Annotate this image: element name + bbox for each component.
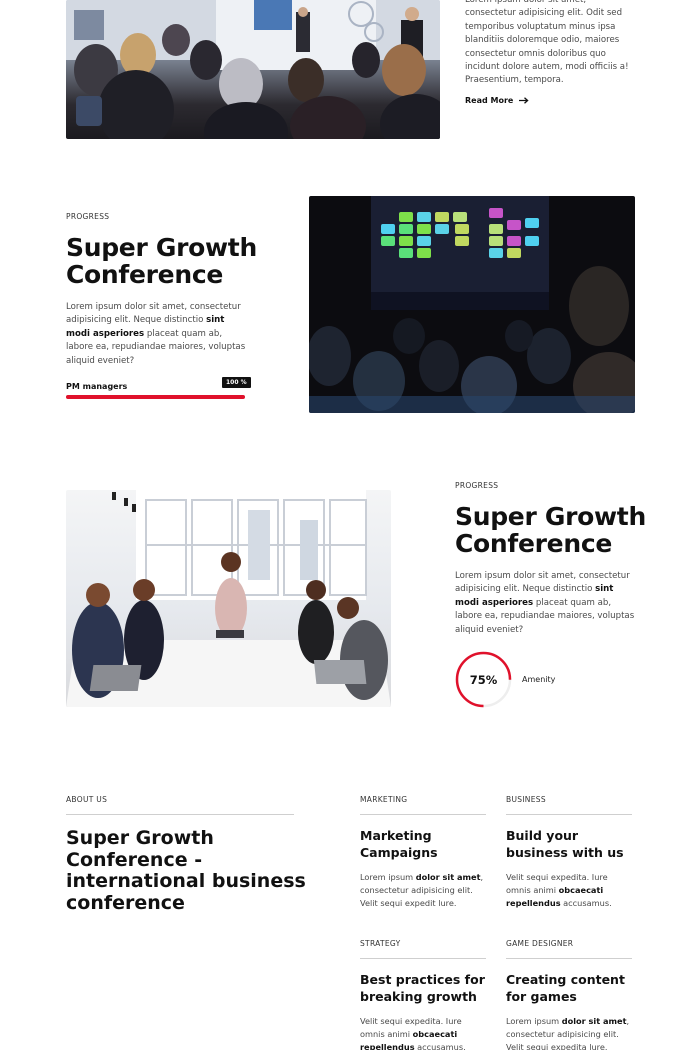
about-divider: [66, 814, 294, 815]
card-text-games: Lorem ipsum dolor sit amet, consectetur …: [506, 1015, 634, 1050]
about-label: ABOUT US: [66, 795, 108, 804]
conference-audience-photo: [66, 0, 440, 139]
card-text-end: accusamus.: [560, 898, 612, 908]
section-description: Lorem ipsum dolor sit amet, consectetur …: [66, 301, 246, 368]
intro-paragraph: Lorem ipsum dolor sit amet, consectetur …: [465, 0, 629, 86]
read-more-link[interactable]: Read More: [465, 96, 529, 105]
screen-tile: [435, 212, 449, 222]
card-bold-text: dolor sit amet: [415, 872, 481, 882]
card-label-game-designer: GAME DESIGNER: [506, 939, 574, 948]
section-title: Super Growth Conference: [66, 233, 257, 289]
card-label-strategy: STRATEGY: [360, 939, 401, 948]
card-text: Lorem ipsum: [506, 1016, 562, 1026]
screen-tile: [525, 236, 539, 246]
screen-tile: [455, 236, 469, 246]
screen-tile: [381, 224, 395, 234]
screen-tile: [399, 224, 413, 234]
screen-tile: [525, 218, 539, 228]
section-title: Super Growth Conference: [455, 502, 646, 558]
screen-tile: [489, 248, 503, 258]
card-divider: [360, 814, 486, 815]
screen-tile: [435, 224, 449, 234]
conference-audience-illustration: [66, 0, 440, 139]
screen-tile: [507, 248, 521, 258]
card-text-business: Velit sequi expedita. Iure omnis animi o…: [506, 871, 634, 910]
meeting-room-illustration: [66, 490, 391, 707]
card-text-end: accusamus.: [414, 1042, 466, 1050]
read-more-label: Read More: [465, 96, 514, 105]
card-title-marketing[interactable]: Marketing Campaigns: [360, 827, 490, 861]
card-title-business[interactable]: Build your business with us: [506, 827, 636, 861]
card-label-marketing: MARKETING: [360, 795, 408, 804]
progress-value-badge: 100 %: [222, 377, 251, 388]
screen-tile: [399, 236, 413, 246]
about-title: Super Growth Conference - international …: [66, 827, 306, 914]
section-description: Lorem ipsum dolor sit amet, consectetur …: [455, 570, 635, 637]
screen-tile: [399, 212, 413, 222]
screen-tile: [489, 224, 503, 234]
card-divider: [506, 958, 632, 959]
dark-auditorium-photo: [309, 196, 635, 413]
section-label: PROGRESS: [66, 212, 110, 221]
screen-tile: [399, 248, 413, 258]
card-text-strategy: Velit sequi expedita. Iure omnis animi o…: [360, 1015, 488, 1050]
screen-tile: [417, 236, 431, 246]
card-text-marketing: Lorem ipsum dolor sit amet, consectetur …: [360, 871, 486, 910]
screen-tile: [453, 212, 467, 222]
screen-tile: [489, 208, 503, 218]
card-title-games[interactable]: Creating content for games: [506, 971, 636, 1005]
progress-bar-fill: [66, 395, 245, 399]
card-text: Lorem ipsum: [360, 872, 416, 882]
auditorium-illustration: [309, 196, 635, 413]
screen-tile: [507, 220, 521, 230]
screen-tile: [455, 224, 469, 234]
ring-percentage: 75%: [469, 672, 498, 687]
screen-tile: [417, 248, 431, 258]
card-divider: [360, 958, 486, 959]
meeting-room-photo: [66, 490, 391, 707]
screen-tile: [489, 236, 503, 246]
card-label-business: BUSINESS: [506, 795, 546, 804]
ring-label: Amenity: [522, 675, 556, 684]
section-label: PROGRESS: [455, 481, 499, 490]
card-bold-text: dolor sit amet: [561, 1016, 627, 1026]
arrow-right-icon: [519, 97, 529, 104]
screen-tile: [381, 236, 395, 246]
screen-tile: [507, 236, 521, 246]
progress-bar-label: PM managers: [66, 382, 128, 391]
progress-bar-track: [66, 395, 245, 399]
card-divider: [506, 814, 632, 815]
card-title-strategy[interactable]: Best practices for breaking growth: [360, 971, 490, 1005]
screen-tile: [417, 212, 431, 222]
screen-tile: [417, 224, 431, 234]
